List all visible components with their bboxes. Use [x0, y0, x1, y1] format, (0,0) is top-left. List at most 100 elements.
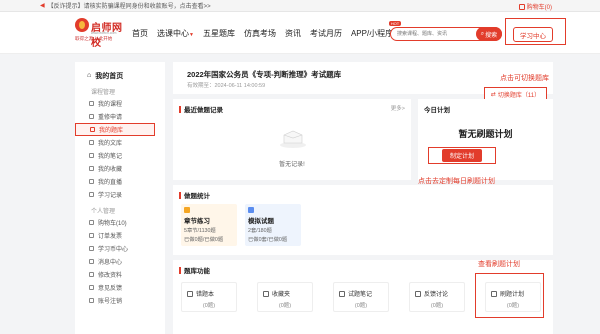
nav-app[interactable]: APP/小程序 HOT [350, 21, 402, 39]
chapter-practice-card[interactable]: 章节练习 5章节/1130题 已做0题/已做0题 [181, 204, 237, 246]
records-empty-text: 暂无记录! [279, 162, 305, 168]
stats-panel: 做题统计 章节练习 5章节/1130题 已做0题/已做0题 模拟试题 2套/18… [173, 185, 553, 255]
profile-icon [89, 272, 94, 277]
coin-icon [89, 246, 94, 251]
sidebar-item-label: 我的收藏 [98, 167, 123, 173]
stats-title-label: 做题统计 [184, 193, 210, 200]
nav-question-bank[interactable]: 五星题库 [203, 28, 235, 39]
nav-home[interactable]: 首页 [132, 28, 148, 39]
feature-wrong-questions[interactable]: 错题本 (0题) [181, 282, 237, 312]
title-bar-icon [179, 105, 181, 113]
sidebar-item-my-courses[interactable]: 我的课程 [75, 97, 165, 110]
feature-feedback[interactable]: 反馈讨论 (0题) [409, 282, 465, 312]
chapter-icon [184, 207, 190, 213]
switch-bank-hint: 点击可切换题库 [500, 75, 549, 82]
stats-title: 做题统计 [179, 190, 210, 200]
notice-text[interactable]: 【反诈提示】请核实防骗课程同身份和收款账号，点击查看>> [48, 1, 211, 10]
nav-news[interactable]: 资讯 [285, 28, 301, 39]
sidebar-item-label: 订单发票 [98, 234, 123, 240]
feature-count: (0题) [430, 303, 444, 309]
sidebar-item-live[interactable]: 我的直播 [75, 175, 165, 188]
sidebar-item-label: 账号注销 [98, 299, 123, 305]
sidebar-item-library[interactable]: 我的文库 [75, 136, 165, 149]
logo-url: www.eoffcn.com [91, 31, 117, 35]
make-plan-button[interactable]: 制定计划 [428, 147, 496, 164]
feature-name: 收藏夹 [272, 292, 291, 298]
feature-name: 试题笔记 [348, 292, 373, 298]
feature-count: (0题) [202, 303, 216, 309]
sidebar-item-profile[interactable]: 修改资料 [75, 268, 165, 281]
sidebar-group-title: 课程管理 [91, 90, 116, 96]
sidebar-item-label: 修改资料 [98, 273, 123, 279]
nav-app-label: APP/小程序 [350, 29, 394, 38]
sidebar-item-notes[interactable]: 我的笔记 [75, 149, 165, 162]
hot-badge: HOT [388, 21, 402, 26]
sidebar-item-favorites[interactable]: 我的收藏 [75, 162, 165, 175]
plan-title: 今日计划 [424, 107, 450, 114]
sidebar-item-label: 我的笔记 [98, 154, 123, 160]
nav-course-center-label: 选课中心 [157, 29, 189, 38]
exam-title: 2022年国家公务员《专项-判断推理》考试题库 [187, 70, 342, 79]
records-title: 最近做题记录 [179, 104, 223, 114]
feature-name: 反馈讨论 [424, 292, 449, 298]
mock-exam-card[interactable]: 模拟试题 2套/180题 已做0套/已做0题 [245, 204, 301, 246]
sidebar-item-home[interactable]: ⌂ 我的首页 [75, 62, 165, 82]
feedback-icon [415, 290, 421, 297]
nav-exam-calendar[interactable]: 考试月历 [310, 28, 342, 39]
plan-empty-text: 暂无刷题计划 [458, 129, 513, 139]
stat-card-done: 已做0套/已做0题 [248, 237, 288, 243]
sidebar-item-resit[interactable]: 重修申请 [75, 110, 165, 123]
stat-card-total: 5章节/1130题 [184, 228, 216, 234]
empty-box-icon [280, 130, 306, 148]
site-logo[interactable]: 启师网校 www.eoffcn.com 取得之源 从此开始 [75, 18, 127, 49]
records-more-link[interactable]: 更多> [391, 104, 405, 112]
live-icon [89, 179, 94, 184]
sidebar-item-label: 我的文库 [98, 141, 123, 147]
cart-icon [518, 3, 525, 10]
sidebar-item-label: 购物车(10) [98, 221, 127, 227]
invoice-icon [89, 233, 94, 238]
sidebar-item-label: 重修申请 [98, 115, 123, 121]
cart-link[interactable]: 购物车(0) [518, 2, 552, 11]
course-icon [89, 101, 94, 106]
sidebar-item-cart[interactable]: 购物车(10) [75, 216, 165, 229]
study-center-highlight [505, 18, 566, 45]
nav-course-center[interactable]: 选课中心▼ [157, 28, 194, 39]
features-title-label: 题库功能 [184, 268, 210, 275]
sidebar-item-orders[interactable]: 订单发票 [75, 229, 165, 242]
sidebar-item-label: 我的直播 [98, 180, 123, 186]
main-nav: 首页 选课中心▼ 五星题库 仿真考场 资讯 考试月历 APP/小程序 HOT [132, 21, 402, 39]
history-icon [89, 192, 94, 197]
feature-favorites[interactable]: 收藏夹 (0题) [257, 282, 313, 312]
message-icon [89, 259, 94, 264]
account-icon [89, 298, 94, 303]
recent-records-panel: 最近做题记录 更多> 暂无记录! [173, 99, 411, 180]
sidebar-item-feedback[interactable]: 意见反馈 [75, 281, 165, 294]
search-button[interactable]: ⌕ 搜索 [476, 27, 502, 41]
search-icon: ⌕ [480, 30, 485, 37]
sidebar-group-title: 个人管理 [91, 209, 116, 215]
title-bar-icon [179, 266, 181, 274]
sidebar-item-coins[interactable]: 学习币中心 [75, 242, 165, 255]
chevron-down-icon: ▼ [189, 32, 194, 38]
sidebar-home-label: 我的首页 [95, 72, 124, 80]
feedback-icon [89, 285, 94, 290]
records-title-label: 最近做题记录 [184, 107, 223, 114]
nav-mock-exam[interactable]: 仿真考场 [244, 28, 276, 39]
sidebar-item-question-bank[interactable]: 我的题库 [75, 123, 155, 136]
stat-card-total: 2套/180题 [248, 228, 272, 234]
feature-notes[interactable]: 试题笔记 (0题) [333, 282, 389, 312]
logo-slogan: 取得之源 从此开始 [75, 36, 113, 41]
sidebar-item-delete-account[interactable]: 账号注销 [75, 294, 165, 307]
sidebar-item-label: 学习币中心 [98, 247, 129, 253]
search-input[interactable] [397, 28, 477, 40]
sidebar-item-label: 学习记录 [98, 193, 123, 199]
sidebar-item-history[interactable]: 学习记录 [75, 188, 165, 201]
notice-bar: ◀ 【反诈提示】请核实防骗课程同身份和收款账号，点击查看>> 购物车(0) [0, 0, 600, 12]
sidebar-item-label: 消息中心 [98, 260, 123, 266]
stat-card-name: 模拟试题 [248, 218, 274, 225]
sidebar-item-messages[interactable]: 消息中心 [75, 255, 165, 268]
stat-card-name: 章节练习 [184, 218, 210, 225]
sidebar-item-label: 我的题库 [99, 128, 124, 134]
mock-exam-icon [248, 207, 254, 213]
